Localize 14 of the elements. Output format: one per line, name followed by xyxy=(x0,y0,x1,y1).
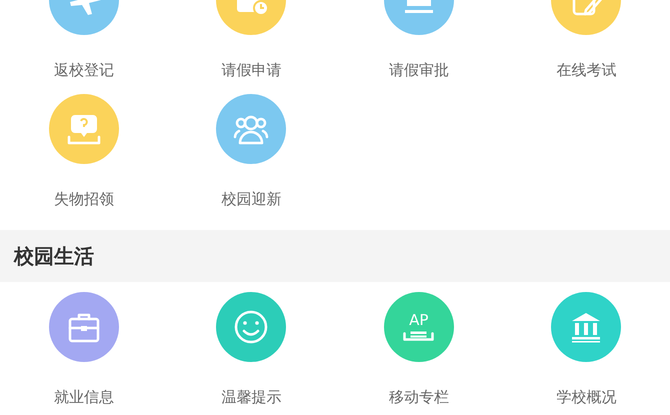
app-label[interactable]: 学校概况 xyxy=(556,388,616,406)
app-label[interactable]: 在线考试 xyxy=(556,61,616,79)
app-label[interactable]: 请假审批 xyxy=(388,61,449,79)
smile-icon xyxy=(233,309,270,345)
tray-icon xyxy=(403,330,434,341)
app-label[interactable]: 温馨提示 xyxy=(221,388,282,406)
app-label[interactable]: 返校登记 xyxy=(54,61,114,79)
app-label[interactable]: 就业信息 xyxy=(54,388,114,406)
app-label[interactable]: 请假申请 xyxy=(221,61,282,79)
section-title: 校园生活 xyxy=(14,243,94,270)
icon-letters: AP xyxy=(409,313,428,328)
app-label[interactable]: 校园迎新 xyxy=(221,190,282,208)
app-label[interactable]: 移动专栏 xyxy=(388,388,449,406)
app-label[interactable]: 失物招领 xyxy=(54,190,114,208)
